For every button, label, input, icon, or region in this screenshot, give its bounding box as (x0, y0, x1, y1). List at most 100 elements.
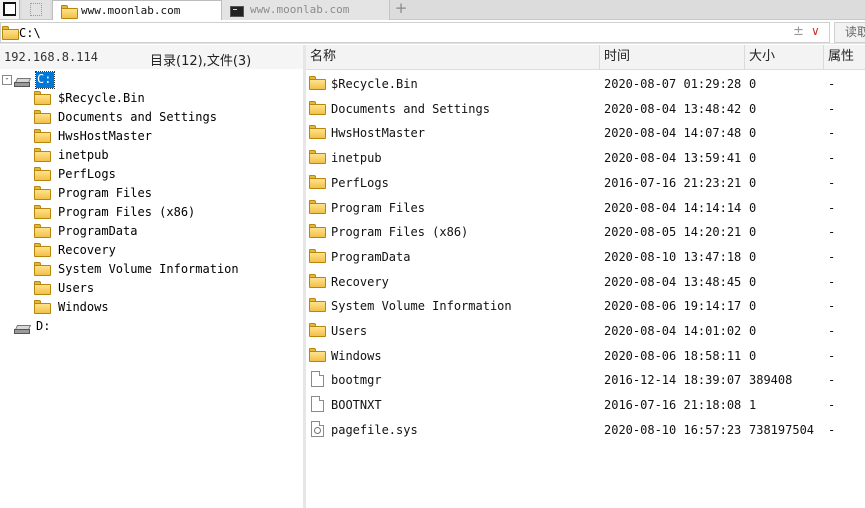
tree-item-label: ProgramData (58, 224, 138, 238)
folder-icon (309, 76, 326, 93)
file-row[interactable]: pagefile.sys 2020-08-10 16:57:23 738197504… (306, 418, 865, 442)
file-list-header: 名称 时间 大小 属性 (306, 45, 865, 70)
file-row[interactable]: Recovery 2020-08-04 13:48:45 0 - (306, 270, 865, 294)
file-time: 2020-08-04 14:07:48 (604, 126, 742, 141)
tree-item-folder[interactable]: $Recycle.Bin (34, 89, 274, 108)
file-size: 0 (749, 225, 757, 240)
file-time: 2020-08-05 14:20:21 (604, 225, 742, 240)
folder-icon (309, 150, 326, 167)
file-size: 0 (749, 249, 757, 264)
tree-item-folder[interactable]: inetpub (34, 146, 274, 165)
file-attr: - (828, 249, 836, 264)
folder-icon (309, 174, 326, 192)
chevron-down-icon[interactable]: ∨ (811, 24, 820, 38)
file-time: 2020-08-10 16:57:23 (604, 422, 742, 437)
file-name: pagefile.sys (331, 422, 418, 437)
tree-item-label: Program Files (58, 186, 152, 200)
file-size: 0 (749, 101, 757, 116)
file-size: 0 (749, 175, 757, 190)
file-name: inetpub (331, 151, 382, 166)
tree-item-folder[interactable]: PerfLogs (34, 165, 274, 184)
file-row[interactable]: inetpub 2020-08-04 13:59:41 0 - (306, 146, 865, 170)
folder-icon (309, 347, 326, 365)
folder-icon (2, 26, 19, 43)
file-row[interactable]: Program Files (x86) 2020-08-05 14:20:21 0 - (306, 220, 865, 244)
tab-label: www.moonlab.com (250, 3, 350, 16)
file-size: 0 (749, 274, 757, 289)
drive-icon (14, 75, 32, 94)
column-header-time[interactable]: 时间 (600, 45, 745, 70)
tree-item-folder[interactable]: Windows (34, 298, 274, 317)
address-bar: C:\ ± ∨ 读取 (0, 21, 865, 44)
file-name: $Recycle.Bin (331, 77, 418, 91)
path-dropdown[interactable]: ± ∨ (787, 23, 829, 42)
folder-icon (309, 298, 326, 315)
new-tab-button[interactable]: + (393, 0, 409, 19)
file-size: 0 (749, 348, 757, 363)
file-list: 名称 时间 大小 属性 $Recycle.Bin 2020-08-07 01:29… (306, 45, 865, 508)
column-header-attr[interactable]: 属性 (824, 45, 865, 70)
file-row[interactable]: Windows 2020-08-06 18:58:11 0 - (306, 344, 865, 368)
tree-item-drive-d[interactable]: D: (14, 317, 74, 336)
file-name: BOOTNXT (331, 398, 382, 413)
host-ip: 192.168.8.114 (4, 50, 98, 64)
file-row[interactable]: BOOTNXT 2016-07-16 21:18:08 1 - (306, 393, 865, 417)
file-size: 0 (749, 299, 757, 314)
file-time: 2020-08-06 19:14:17 (604, 299, 742, 314)
file-row[interactable]: Users 2020-08-04 14:01:02 0 - (306, 319, 865, 343)
tree-item-label: PerfLogs (58, 167, 116, 181)
file-icon (311, 396, 324, 415)
file-size: 389408 (749, 373, 793, 388)
tree-item-folder[interactable]: Program Files (x86) (34, 203, 274, 222)
file-name: Program Files (x86) (331, 225, 469, 240)
file-name: ProgramData (331, 249, 411, 264)
tree-item-folder[interactable]: Program Files (34, 184, 274, 203)
tree-item-folder[interactable]: Recovery (34, 241, 274, 260)
tab-label: www.moonlab.com (81, 4, 181, 17)
read-button[interactable]: 读取 (834, 22, 865, 43)
tree-item-folder[interactable]: Users (34, 279, 274, 298)
tab-bar: www.moonlab.com www.moonlab.com + (0, 0, 865, 20)
tree-item-label: Program Files (x86) (58, 205, 196, 219)
file-time: 2020-08-04 13:48:42 (604, 101, 742, 116)
file-attr: - (828, 101, 836, 116)
file-size: 0 (749, 324, 757, 338)
window-icon[interactable] (0, 0, 20, 19)
tab-terminal[interactable]: www.moonlab.com (222, 0, 390, 20)
pin-icon[interactable]: ± (793, 24, 804, 39)
file-row[interactable]: HwsHostMaster 2020-08-04 14:07:48 0 - (306, 121, 865, 145)
file-size: 0 (749, 200, 757, 215)
file-row[interactable]: Documents and Settings 2020-08-04 13:48:4… (306, 97, 865, 121)
file-name: System Volume Information (331, 299, 512, 314)
file-row[interactable]: System Volume Information 2020-08-06 19:1… (306, 294, 865, 318)
drive-icon (14, 322, 32, 341)
file-row[interactable]: PerfLogs 2016-07-16 21:23:21 0 - (306, 171, 865, 195)
tree-item-label: Windows (58, 300, 109, 314)
file-size: 0 (749, 151, 757, 166)
tree-item-folder[interactable]: Documents and Settings (34, 108, 274, 127)
file-row[interactable]: bootmgr 2016-12-14 18:39:07 389408 - (306, 368, 865, 392)
tab-grid-icon[interactable] (22, 0, 50, 19)
folder-icon (309, 273, 326, 291)
column-header-size[interactable]: 大小 (745, 45, 824, 70)
file-attr: - (828, 398, 836, 413)
path-text: C:\ (19, 26, 41, 40)
file-attr: - (828, 200, 836, 215)
file-row[interactable]: Program Files 2020-08-04 14:14:14 0 - (306, 196, 865, 220)
file-attr: - (828, 422, 836, 437)
file-row[interactable]: $Recycle.Bin 2020-08-07 01:29:28 0 - (306, 72, 865, 96)
file-name: Documents and Settings (331, 101, 490, 116)
tree-item-folder[interactable]: HwsHostMaster (34, 127, 274, 146)
collapse-toggle-icon[interactable]: - (2, 75, 12, 85)
item-counts: 目录(12),文件(3) (150, 54, 252, 69)
tree-item-label: $Recycle.Bin (58, 91, 145, 105)
tree-item-folder[interactable]: System Volume Information (34, 260, 274, 279)
tree-item-drive-c[interactable]: - C: (0, 70, 80, 89)
directory-tree: - C: $Recycle.Bin Documents and Settings H… (0, 69, 303, 508)
tree-item-folder[interactable]: ProgramData (34, 222, 274, 241)
tab-file-manager[interactable]: www.moonlab.com (52, 0, 222, 20)
column-header-name[interactable]: 名称 (306, 45, 600, 70)
file-row[interactable]: ProgramData 2020-08-10 13:47:18 0 - (306, 245, 865, 269)
path-input[interactable]: C:\ ± ∨ (0, 22, 830, 43)
tree-item-label: C: (35, 71, 55, 89)
